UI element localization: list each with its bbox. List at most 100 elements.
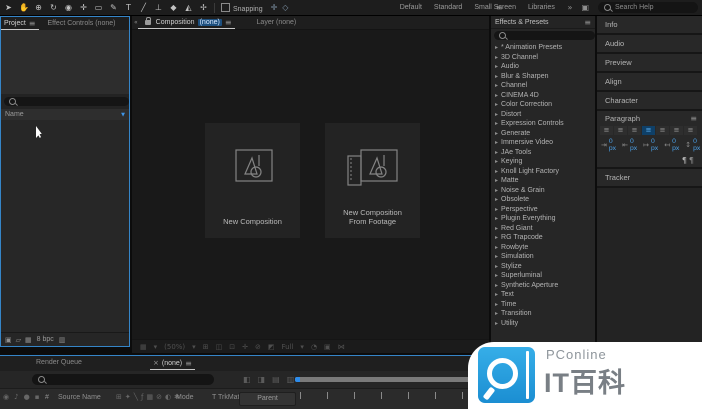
mode-header[interactable]: Mode — [176, 394, 194, 401]
effects-category[interactable]: Blur & Sharpen — [491, 72, 595, 82]
align-button[interactable]: ≡ — [614, 126, 627, 135]
paragraph-spacing-field[interactable]: ↦ 0 px — [643, 138, 658, 152]
comp-mini-button[interactable]: ▥ — [287, 375, 295, 384]
effects-category[interactable]: Time — [491, 300, 595, 310]
effects-category[interactable]: Generate — [491, 129, 595, 139]
align-button[interactable]: ≡ — [656, 126, 669, 135]
switch-column-icon[interactable]: ✦ — [125, 393, 131, 401]
effects-category[interactable]: Red Giant — [491, 224, 595, 234]
parent-header[interactable]: Parent — [239, 392, 296, 406]
snapping-checkbox[interactable] — [221, 3, 230, 12]
collapsed-panel-header[interactable]: Info — [597, 16, 702, 35]
panel-menu-icon[interactable]: ≡ — [690, 114, 697, 123]
viewer-option[interactable]: ▦ — [140, 343, 147, 351]
viewer-option[interactable]: ▾ — [192, 343, 196, 351]
selection-tool[interactable]: ➤ — [4, 1, 13, 15]
effects-category[interactable]: Keying — [491, 157, 595, 167]
viewer-option[interactable]: ◔ — [311, 343, 317, 351]
tab-timeline-none[interactable]: × (none) ≡ — [150, 357, 195, 370]
effects-category[interactable]: Stylize — [491, 262, 595, 272]
av-column-icon[interactable]: ◉ — [3, 393, 9, 401]
effects-category[interactable]: Transition — [491, 309, 595, 319]
panel-menu-icon[interactable]: ≡ — [29, 19, 36, 28]
comp-mini-button[interactable]: ◧ — [243, 375, 251, 384]
project-footer-icon[interactable]: ▦ — [25, 336, 32, 344]
field-value[interactable]: 0 px — [693, 138, 700, 152]
effects-category[interactable]: JAe Tools — [491, 148, 595, 158]
viewer-option[interactable]: ◩ — [268, 343, 275, 351]
workspace-tab[interactable]: Standard — [434, 4, 462, 11]
project-search-field[interactable] — [4, 97, 129, 106]
effects-category[interactable]: * Animation Presets — [491, 43, 595, 53]
sort-arrow-icon[interactable]: ▼ — [121, 112, 125, 118]
snapping-toggle[interactable]: Snapping — [221, 3, 263, 13]
effects-category[interactable]: Perspective — [491, 205, 595, 215]
rotation-tool[interactable]: ↻ — [49, 1, 58, 15]
effects-category[interactable]: Synthetic Aperture — [491, 281, 595, 291]
comp-mini-button[interactable]: ▤ — [272, 375, 280, 384]
viewer-option[interactable]: ◫ — [216, 343, 223, 351]
effects-category[interactable]: Noise & Grain — [491, 186, 595, 196]
hand-tool[interactable]: ✋ — [19, 1, 28, 15]
paragraph-spacing-field[interactable]: ⇥ 0 px — [601, 138, 616, 152]
tab-render-queue[interactable]: Render Queue — [36, 359, 82, 366]
effects-category[interactable]: Expression Controls — [491, 119, 595, 129]
panel-menu-icon[interactable]: ≡ — [584, 18, 591, 27]
effects-category[interactable]: Obsolete — [491, 195, 595, 205]
viewer-option[interactable]: (50%) — [164, 343, 185, 351]
effects-category[interactable]: Immersive Video — [491, 138, 595, 148]
tab-composition[interactable]: Composition (none) ≡ — [138, 16, 235, 29]
new-composition-button[interactable]: New Composition — [205, 123, 300, 238]
effects-category[interactable]: Channel — [491, 81, 595, 91]
switch-column-icon[interactable]: ╲ — [134, 393, 138, 401]
new-composition-from-footage-button[interactable]: New CompositionFrom Footage — [325, 123, 420, 238]
collapsed-panel-header[interactable]: Character — [597, 92, 702, 111]
effects-category[interactable]: Rowbyte — [491, 243, 595, 253]
viewer-option[interactable]: ⊡ — [229, 343, 235, 351]
effects-category[interactable]: RG Trapcode — [491, 233, 595, 243]
workspace-overflow-icon[interactable]: » — [568, 3, 573, 12]
effects-category[interactable]: Audio — [491, 62, 595, 72]
viewer-option[interactable]: ▾ — [300, 343, 304, 351]
effects-category[interactable]: Color Correction — [491, 100, 595, 110]
layer-number-header[interactable]: # — [45, 394, 49, 401]
paragraph-spacing-field[interactable]: ⇤ 0 px — [622, 138, 637, 152]
viewer-option[interactable]: ▣ — [324, 343, 331, 351]
viewer-option[interactable]: ⊘ — [255, 343, 261, 351]
source-name-header[interactable]: Source Name — [58, 394, 101, 401]
collapsed-panel-header[interactable]: Preview — [597, 54, 702, 73]
help-search-field[interactable]: Search Help — [598, 2, 698, 13]
tab-layer[interactable]: Layer (none) — [257, 19, 297, 26]
project-item-list[interactable] — [1, 120, 129, 332]
switch-column-icon[interactable]: ⊘ — [156, 393, 162, 401]
align-button[interactable]: ≡ — [642, 126, 655, 135]
workspace-tab[interactable]: Default — [400, 4, 422, 11]
paragraph-spacing-field[interactable]: ↕ 0 px — [685, 138, 700, 152]
clone-stamp-tool[interactable]: ⊥ — [154, 1, 163, 15]
close-icon[interactable]: × — [153, 359, 159, 367]
av-column-icon[interactable]: ● — [24, 393, 30, 401]
paragraph-panel-header[interactable]: Paragraph ≡ — [597, 111, 702, 125]
viewer-option[interactable]: ▾ — [154, 343, 158, 351]
switch-column-icon[interactable]: ▦ — [146, 393, 153, 401]
pen-tool[interactable]: ✎ — [109, 1, 118, 15]
type-tool[interactable]: T — [124, 1, 133, 15]
project-footer-icon[interactable]: ▣ — [5, 336, 12, 344]
tracker-panel-header[interactable]: Tracker — [597, 169, 702, 188]
av-column-icon[interactable]: ♪ — [14, 393, 18, 401]
align-button[interactable]: ≡ — [628, 126, 641, 135]
panel-menu-icon[interactable]: ≡ — [225, 18, 232, 27]
viewer-option[interactable]: Full — [281, 343, 293, 351]
camera-tool[interactable]: ◉ — [64, 1, 73, 15]
align-button[interactable]: ≡ — [670, 126, 683, 135]
text-direction-button[interactable]: ¶ — [689, 156, 694, 165]
effects-search-field[interactable] — [494, 31, 595, 40]
trash-icon[interactable]: ▥ — [59, 336, 66, 344]
field-value[interactable]: 0 px — [609, 138, 616, 152]
av-column-icon[interactable]: ▪ — [35, 393, 40, 401]
switch-column-icon[interactable]: ⊞ — [116, 393, 122, 401]
effects-category[interactable]: Plugin Everything — [491, 214, 595, 224]
snap-option-icon[interactable]: ◇ — [282, 3, 288, 12]
effects-category[interactable]: Simulation — [491, 252, 595, 262]
collapsed-panel-header[interactable]: Align — [597, 73, 702, 92]
